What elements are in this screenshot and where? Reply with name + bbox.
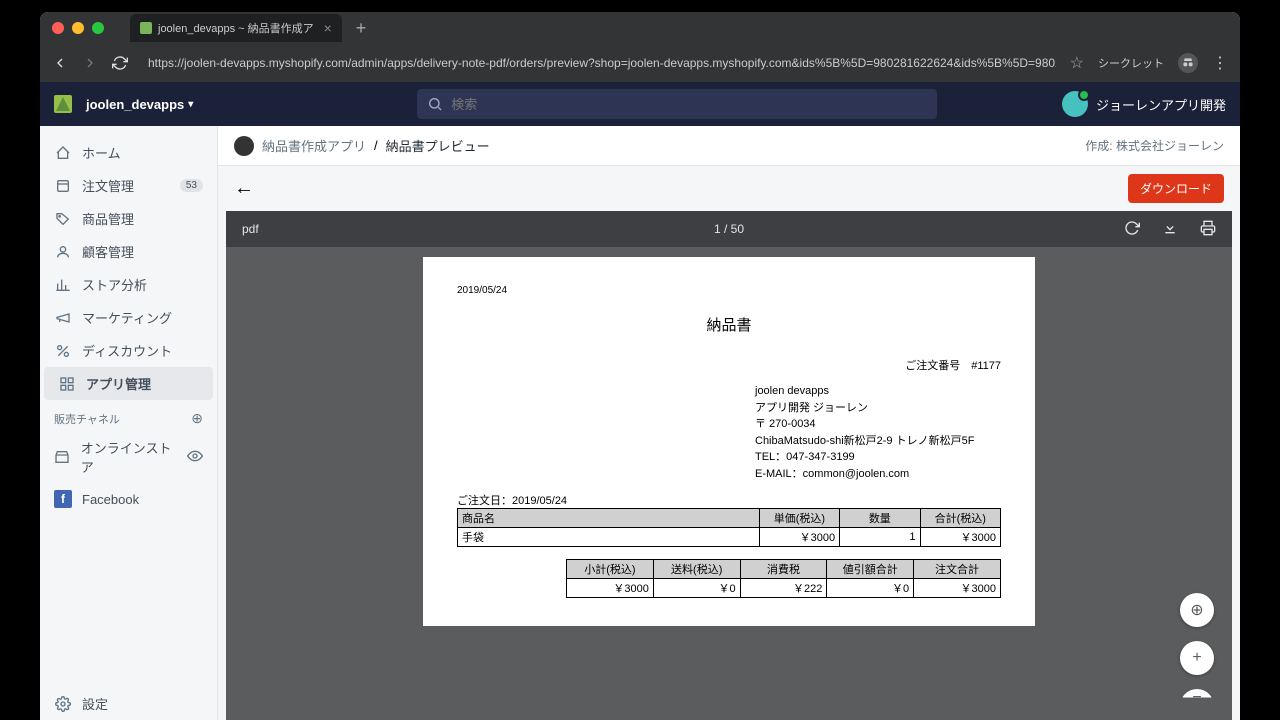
- app-header: 納品書作成アプリ / 納品書プレビュー 作成: 株式会社ジョーレン: [218, 126, 1240, 166]
- sidebar-item-label: ディスカウント: [82, 341, 172, 360]
- home-icon: [54, 144, 72, 162]
- user-icon: [54, 243, 72, 261]
- download-button[interactable]: ダウンロード: [1128, 174, 1224, 203]
- tab-title: joolen_devapps ~ 納品書作成ア: [158, 20, 314, 36]
- tab-close-icon[interactable]: ×: [324, 20, 332, 36]
- sidebar-item-label: オンラインストア: [81, 438, 177, 476]
- sidebar-item-products[interactable]: 商品管理: [40, 202, 217, 235]
- sidebar-channels-header: 販売チャネル⊕: [40, 400, 217, 431]
- doc-title: 納品書: [457, 314, 1001, 335]
- fit-page-button[interactable]: ⊕: [1180, 593, 1214, 627]
- gear-icon: [54, 695, 72, 713]
- sidebar: ホーム 注文管理 53 商品管理 顧客管理 ストア分析 マーケティング ディスカウ…: [40, 126, 218, 720]
- sidebar-item-settings[interactable]: 設定: [40, 687, 217, 720]
- items-table: 商品名単価(税込)数量合計(税込) 手袋￥30001￥3000: [457, 508, 1001, 547]
- sidebar-item-label: 注文管理: [82, 176, 134, 195]
- percent-icon: [54, 342, 72, 360]
- sidebar-item-home[interactable]: ホーム: [40, 136, 217, 169]
- favicon-icon: [140, 22, 152, 34]
- minimize-window-icon[interactable]: [72, 22, 84, 34]
- print-icon[interactable]: [1200, 220, 1216, 239]
- search-icon: [427, 96, 443, 112]
- rotate-icon[interactable]: [1124, 220, 1140, 239]
- sidebar-item-orders[interactable]: 注文管理 53: [40, 169, 217, 202]
- shopify-logo-icon: [54, 95, 72, 113]
- sidebar-item-discounts[interactable]: ディスカウント: [40, 334, 217, 367]
- tag-icon: [54, 210, 72, 228]
- chevron-down-icon: ▾: [188, 99, 193, 110]
- totals-table: 小計(税込)送料(税込)消費税値引額合計注文合計 ￥3000￥0￥222￥0￥3…: [566, 559, 1001, 598]
- sidebar-channel-facebook[interactable]: f Facebook: [40, 483, 217, 515]
- download-icon[interactable]: [1162, 220, 1178, 239]
- sidebar-item-customers[interactable]: 顧客管理: [40, 235, 217, 268]
- apps-icon: [58, 375, 76, 393]
- shopify-topbar: joolen_devapps ▾ ジョーレンアプリ開発: [40, 82, 1240, 126]
- back-icon[interactable]: [52, 55, 68, 71]
- browser-tab[interactable]: joolen_devapps ~ 納品書作成ア ×: [130, 14, 342, 42]
- new-tab-button[interactable]: +: [356, 18, 367, 39]
- pdf-toolbar: pdf 1 / 50: [226, 211, 1232, 247]
- toolbar: ← ダウンロード: [218, 166, 1240, 211]
- order-number: ご注文番号 #1177: [457, 357, 1001, 373]
- browser-menu-icon[interactable]: ⋮: [1212, 53, 1228, 73]
- zoom-out-button[interactable]: −: [1180, 689, 1214, 706]
- store-name: joolen_devapps: [86, 97, 184, 112]
- store-icon: [54, 448, 71, 466]
- doc-date: 2019/05/24: [457, 285, 1001, 296]
- breadcrumb-app[interactable]: 納品書作成アプリ: [262, 136, 366, 155]
- url-text: https://joolen-devapps.myshopify.com/adm…: [148, 56, 1056, 70]
- pdf-name: pdf: [242, 222, 259, 236]
- search-bar[interactable]: [417, 89, 937, 119]
- pdf-page-indicator: 1 / 50: [714, 222, 744, 236]
- maker-info: 作成: 株式会社ジョーレン: [1085, 137, 1224, 154]
- chart-icon: [54, 276, 72, 294]
- add-channel-icon[interactable]: ⊕: [191, 410, 203, 427]
- sidebar-item-label: 商品管理: [82, 209, 134, 228]
- sidebar-item-label: マーケティング: [82, 308, 172, 327]
- zoom-in-button[interactable]: +: [1180, 641, 1214, 675]
- user-menu[interactable]: ジョーレンアプリ開発: [1062, 91, 1226, 117]
- browser-titlebar: joolen_devapps ~ 納品書作成ア × +: [40, 12, 1240, 44]
- main-content: 納品書作成アプリ / 納品書プレビュー 作成: 株式会社ジョーレン ← ダウンロ…: [218, 126, 1240, 720]
- pdf-viewer[interactable]: 2019/05/24 納品書 ご注文番号 #1177 joolen devapp…: [226, 247, 1232, 720]
- table-row: ￥3000￥0￥222￥0￥3000: [567, 579, 1001, 598]
- maximize-window-icon[interactable]: [92, 22, 104, 34]
- viewer-fab-group: ⊕ + −: [1180, 593, 1214, 706]
- orders-icon: [54, 177, 72, 195]
- close-window-icon[interactable]: [52, 22, 64, 34]
- url-bar[interactable]: https://joolen-devapps.myshopify.com/adm…: [142, 55, 1056, 71]
- pdf-page: 2019/05/24 納品書 ご注文番号 #1177 joolen devapp…: [423, 257, 1035, 626]
- store-switcher[interactable]: joolen_devapps ▾: [86, 97, 193, 112]
- back-button[interactable]: ←: [234, 177, 254, 200]
- sidebar-item-analytics[interactable]: ストア分析: [40, 268, 217, 301]
- browser-addressbar: https://joolen-devapps.myshopify.com/adm…: [40, 44, 1240, 82]
- sidebar-item-label: 顧客管理: [82, 242, 134, 261]
- app-icon: [234, 136, 254, 156]
- bookmark-icon[interactable]: ☆: [1070, 53, 1084, 73]
- orders-badge: 53: [180, 179, 203, 192]
- sidebar-item-marketing[interactable]: マーケティング: [40, 301, 217, 334]
- view-icon[interactable]: [187, 448, 203, 467]
- sidebar-item-label: アプリ管理: [86, 374, 151, 393]
- sidebar-channel-online[interactable]: オンラインストア: [40, 431, 217, 483]
- incognito-icon: [1178, 53, 1198, 73]
- sidebar-item-label: 設定: [82, 694, 108, 713]
- sidebar-item-label: Facebook: [82, 492, 139, 507]
- reload-icon[interactable]: [112, 55, 128, 71]
- avatar: [1062, 91, 1088, 117]
- traffic-lights: [52, 22, 104, 34]
- username: ジョーレンアプリ開発: [1096, 95, 1226, 114]
- sidebar-item-label: ホーム: [82, 143, 121, 162]
- table-row: 手袋￥30001￥3000: [458, 528, 1001, 547]
- sidebar-item-apps[interactable]: アプリ管理: [44, 367, 213, 400]
- sidebar-item-label: ストア分析: [82, 275, 147, 294]
- facebook-icon: f: [54, 490, 72, 508]
- megaphone-icon: [54, 309, 72, 327]
- search-input[interactable]: [451, 97, 927, 112]
- incognito-label: シークレット: [1098, 55, 1164, 71]
- order-date: ご注文日：2019/05/24: [457, 492, 1001, 508]
- seller-info: joolen devapps アプリ開発 ジョーレン 〒 270-0034 Ch…: [755, 383, 1001, 482]
- breadcrumb-page: 納品書プレビュー: [386, 136, 490, 155]
- forward-icon[interactable]: [82, 55, 98, 71]
